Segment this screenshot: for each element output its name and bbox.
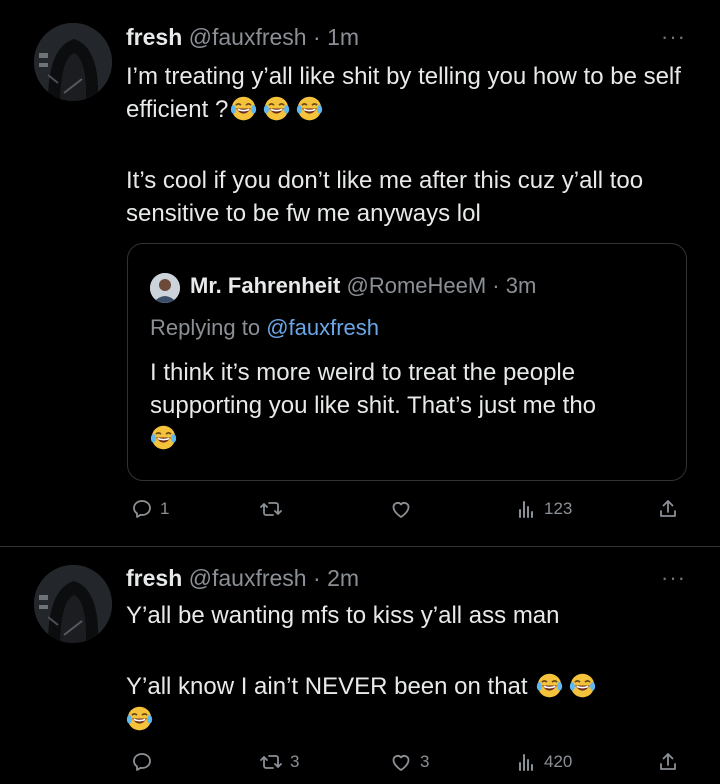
tweet-paragraph: Y’all be wanting mfs to kiss y’all ass m…	[126, 602, 560, 629]
tweet-text: Y’all be wanting mfs to kiss y’all ass m…	[126, 599, 686, 736]
tweet-actions: 3 3 420	[0, 750, 720, 780]
handle[interactable]: @fauxfresh	[189, 24, 307, 50]
views-icon	[514, 497, 538, 521]
retweet-icon	[258, 497, 284, 521]
replying-handle-link[interactable]: @fauxfresh	[266, 315, 379, 340]
tweet-header: fresh @fauxfresh · 2m	[126, 564, 359, 592]
views-button[interactable]: 420	[514, 750, 572, 774]
more-options-icon[interactable]: ···	[661, 565, 686, 591]
laughing-crying-emoji-icon	[126, 705, 153, 732]
views-count: 123	[544, 499, 573, 518]
share-icon	[656, 497, 680, 521]
replying-prefix: Replying to	[150, 315, 267, 340]
timestamp[interactable]: 2m	[327, 565, 359, 591]
laughing-crying-emoji-icon	[263, 95, 290, 122]
timestamp[interactable]: 1m	[327, 24, 359, 50]
reply-button[interactable]: 1	[130, 497, 169, 521]
share-icon	[656, 750, 680, 774]
reply-button[interactable]	[130, 750, 160, 774]
views-icon	[514, 750, 538, 774]
retweet-button[interactable]: 3	[258, 750, 299, 774]
tweet-paragraph: It’s cool if you don’t like me after thi…	[126, 167, 644, 227]
separator: ·	[306, 565, 328, 591]
share-button[interactable]	[656, 750, 680, 774]
tweet-paragraph: I’m treating y’all like shit by telling …	[126, 63, 681, 123]
quoted-timestamp[interactable]: 3m	[506, 273, 537, 298]
share-button[interactable]	[656, 497, 680, 521]
quoted-text: I think it’s more weird to treat the peo…	[150, 356, 670, 455]
laughing-crying-emoji-icon	[536, 672, 563, 699]
tweet-paragraph: Y’all know I ain’t NEVER been on that	[126, 670, 686, 736]
avatar[interactable]	[34, 23, 112, 101]
retweet-button[interactable]	[258, 497, 290, 521]
quoted-tweet[interactable]: Mr. Fahrenheit @RomeHeeM · 3m Replying t…	[127, 243, 687, 481]
laughing-crying-emoji-icon	[150, 424, 177, 451]
quoted-handle[interactable]: @RomeHeeM	[346, 273, 486, 298]
retweet-count: 3	[290, 752, 300, 771]
avatar[interactable]	[34, 565, 112, 643]
quoted-display-name[interactable]: Mr. Fahrenheit	[190, 273, 340, 298]
like-icon	[388, 497, 414, 521]
display-name[interactable]: fresh	[126, 24, 182, 50]
views-count: 420	[544, 752, 573, 771]
laughing-crying-emoji-icon	[230, 95, 257, 122]
quoted-avatar-image	[150, 273, 180, 303]
laughing-crying-emoji-icon	[569, 672, 596, 699]
handle[interactable]: @fauxfresh	[189, 565, 307, 591]
like-icon	[388, 750, 414, 774]
quoted-header: Mr. Fahrenheit @RomeHeeM · 3m	[190, 272, 536, 300]
retweet-icon	[258, 750, 284, 774]
tweet-header: fresh @fauxfresh · 1m	[126, 23, 359, 51]
tweet-actions: 1 123	[0, 497, 720, 527]
like-count: 3	[420, 752, 430, 771]
separator: ·	[306, 24, 328, 50]
tweet-1[interactable]: fresh @fauxfresh · 1m ··· I’m treating y…	[0, 0, 720, 546]
tweet-2[interactable]: fresh @fauxfresh · 2m ··· Y’all be wanti…	[0, 547, 720, 784]
replying-to: Replying to @fauxfresh	[150, 314, 379, 342]
hooded-avatar-image	[34, 565, 112, 643]
reply-count: 1	[160, 499, 170, 518]
display-name[interactable]: fresh	[126, 565, 182, 591]
views-button[interactable]: 123	[514, 497, 572, 521]
laughing-crying-emoji-icon	[296, 95, 323, 122]
separator: ·	[486, 273, 506, 298]
reply-icon	[130, 750, 154, 774]
quoted-avatar[interactable]	[150, 273, 180, 303]
tweet-text: I’m treating y’all like shit by telling …	[126, 60, 686, 230]
more-options-icon[interactable]: ···	[661, 24, 686, 50]
hooded-avatar-image	[34, 23, 112, 101]
like-button[interactable]: 3	[388, 750, 429, 774]
reply-icon	[130, 497, 154, 521]
like-button[interactable]	[388, 497, 420, 521]
